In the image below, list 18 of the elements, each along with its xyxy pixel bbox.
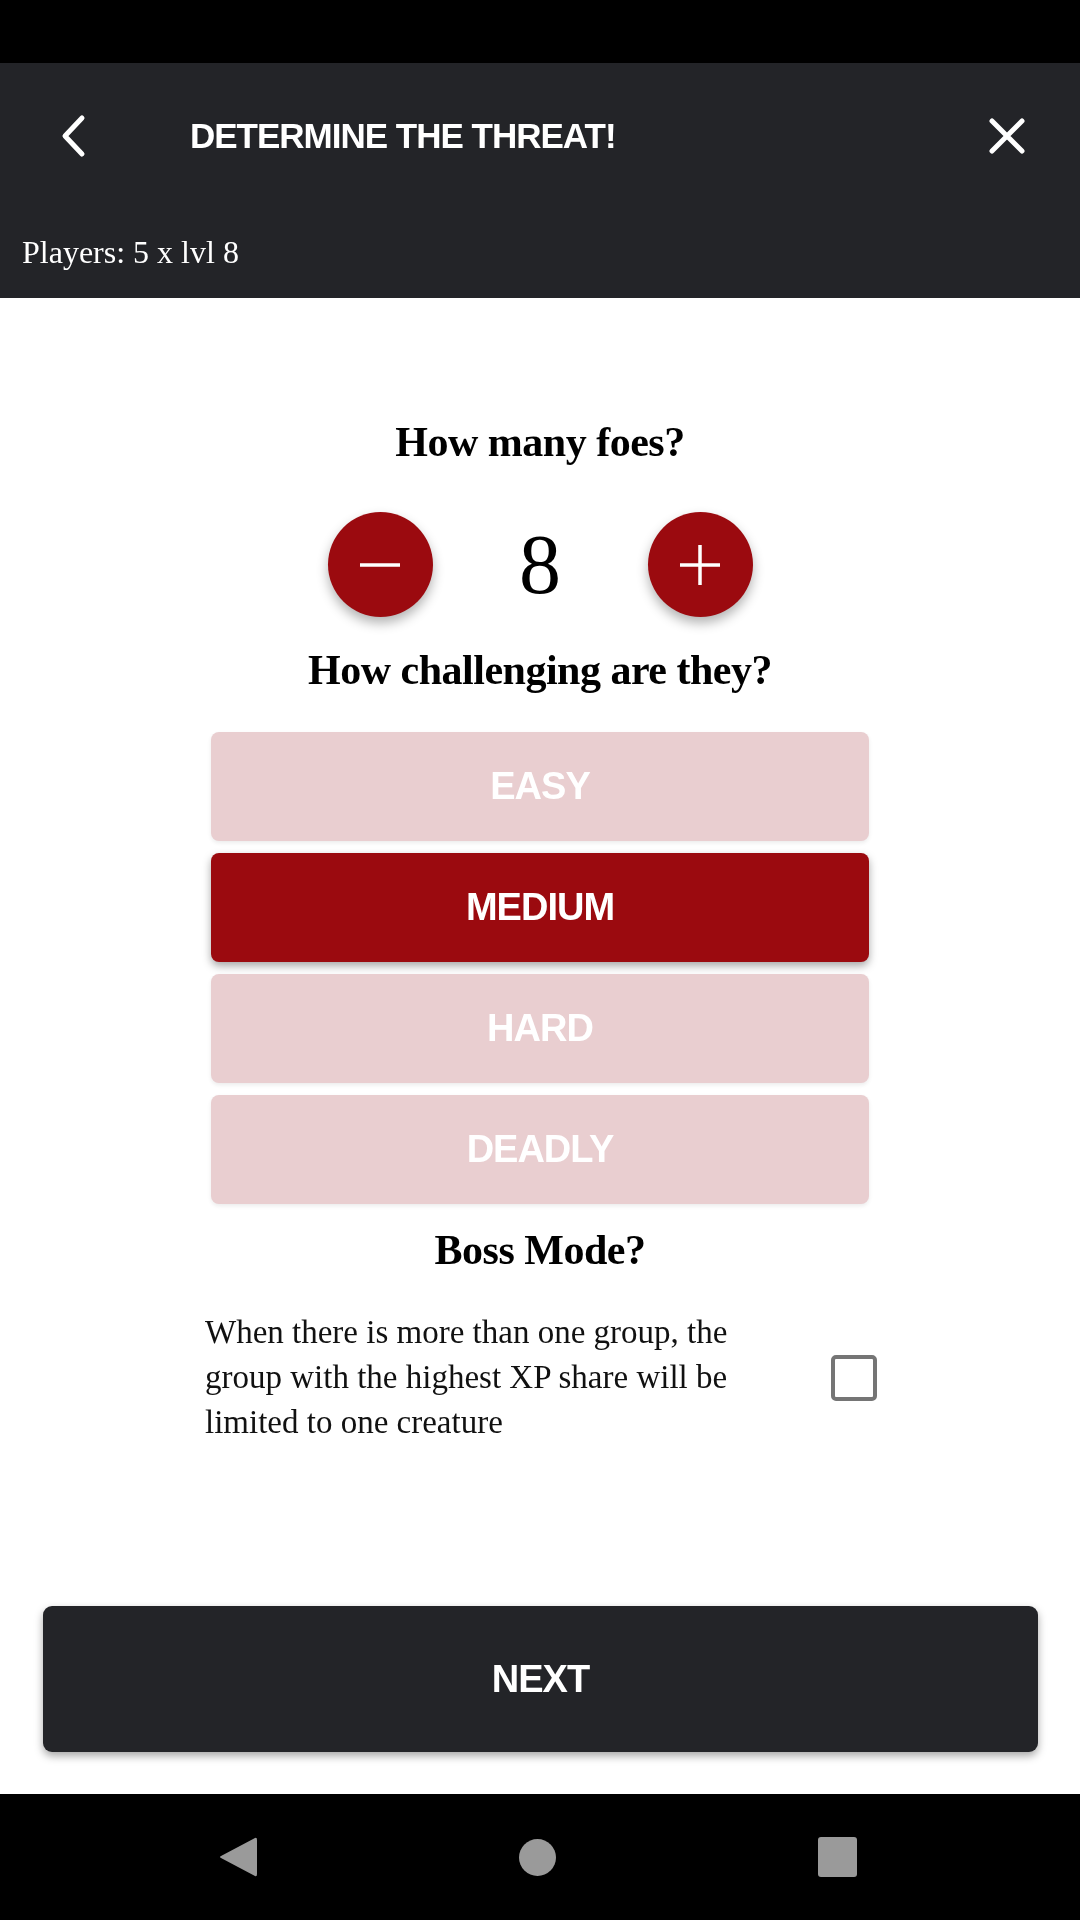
foes-question: How many foes? (395, 418, 685, 467)
boss-mode-question: Boss Mode? (434, 1226, 646, 1275)
close-icon[interactable] (989, 118, 1025, 154)
page-title: DETERMINE THE THREAT! (190, 116, 616, 156)
minus-icon (360, 562, 400, 567)
decrease-button[interactable] (327, 512, 433, 617)
boss-mode-description: When there is more than one group, the group with the highest XP share will be limited to one creature (205, 1313, 729, 1442)
difficulty-option[interactable]: MEDIUM (211, 853, 869, 962)
plus-icon (680, 544, 720, 585)
challenge-question: How challenging are they? (308, 646, 772, 695)
players-summary: Players: 5 x lvl 8 (22, 233, 239, 272)
increase-button[interactable] (647, 512, 753, 617)
back-icon[interactable] (60, 114, 86, 158)
nav-back-icon[interactable] (219, 1836, 257, 1878)
foe-count: 8 (519, 516, 561, 613)
nav-home-icon[interactable] (519, 1838, 556, 1876)
boss-mode-checkbox[interactable] (831, 1354, 877, 1401)
next-button[interactable]: NEXT (43, 1606, 1038, 1752)
